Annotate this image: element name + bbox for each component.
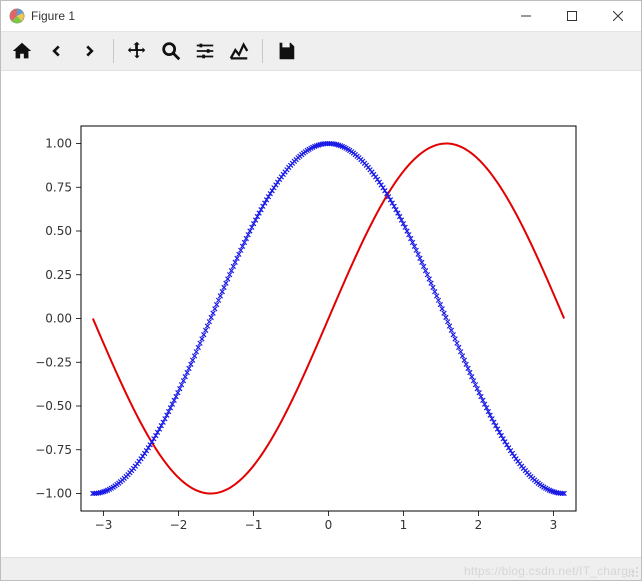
xtick-label: 3 (550, 518, 558, 532)
save-button[interactable] (271, 36, 301, 66)
ytick-label: 0.00 (45, 312, 72, 326)
figure-window: Figure 1 (0, 0, 642, 581)
statusbar: https://blog.csdn.net/IT_charge (1, 557, 641, 580)
back-button[interactable] (41, 36, 71, 66)
ytick-label: 0.75 (45, 180, 72, 194)
resize-grip[interactable] (627, 566, 639, 578)
xtick-label: −1 (245, 518, 263, 532)
maximize-button[interactable] (549, 1, 595, 31)
ytick-label: 0.50 (45, 224, 72, 238)
xtick-label: −3 (95, 518, 113, 532)
window-title: Figure 1 (31, 9, 75, 23)
ytick-label: −0.25 (35, 355, 72, 369)
toolbar-separator-2 (262, 39, 263, 63)
plot-canvas[interactable]: −1.00 −0.75 −0.50 −0.25 0.00 0.25 0.50 0.75 1.00… (1, 71, 641, 557)
plot-svg: −1.00 −0.75 −0.50 −0.25 0.00 0.25 0.50 0.75 1.00… (1, 71, 641, 560)
close-button[interactable] (595, 1, 641, 31)
toolbar-separator (113, 39, 114, 63)
edit-axes-button[interactable] (224, 36, 254, 66)
matplotlib-icon (9, 8, 25, 24)
zoom-button[interactable] (156, 36, 186, 66)
ytick-label: 0.25 (45, 268, 72, 282)
ytick-label: −0.75 (35, 443, 72, 457)
ytick-label: 1.00 (45, 137, 72, 151)
home-button[interactable] (7, 36, 37, 66)
watermark-text: https://blog.csdn.net/IT_charge (464, 564, 635, 578)
xtick-label: 1 (400, 518, 408, 532)
pan-button[interactable] (122, 36, 152, 66)
configure-subplots-button[interactable] (190, 36, 220, 66)
xtick-label: 0 (325, 518, 333, 532)
minimize-button[interactable] (503, 1, 549, 31)
xtick-label: −2 (170, 518, 188, 532)
titlebar: Figure 1 (1, 1, 641, 32)
ytick-label: −1.00 (35, 487, 72, 501)
xtick-label: 2 (475, 518, 483, 532)
forward-button[interactable] (75, 36, 105, 66)
ytick-label: −0.50 (35, 399, 72, 413)
toolbar (1, 32, 641, 71)
series-sin(x) (93, 144, 564, 494)
